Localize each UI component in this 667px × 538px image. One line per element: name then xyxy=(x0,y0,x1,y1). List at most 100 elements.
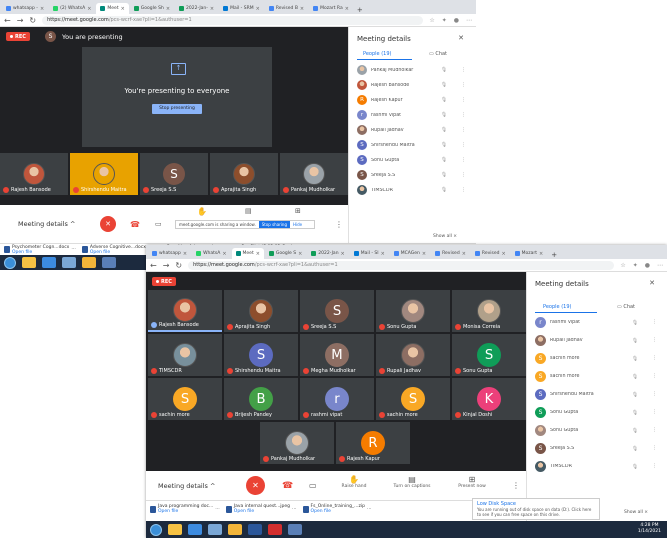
people-list-item[interactable]: Rupali Jadhav 🎙 ⋮ xyxy=(357,125,466,135)
participant-tile[interactable]: r rashmi vipat xyxy=(300,378,374,420)
participant-tile[interactable]: Aprajita Singh xyxy=(210,153,278,195)
more-options-icon[interactable]: ⋮ xyxy=(461,188,466,193)
tab-close-icon[interactable]: × xyxy=(422,251,426,257)
star-icon[interactable]: ☆ xyxy=(429,17,434,24)
chrome-taskbar-icon[interactable] xyxy=(208,524,222,535)
end-call-icon[interactable]: ☎ xyxy=(282,481,293,491)
participant-tile[interactable]: Ssachin more xyxy=(148,378,222,420)
low-disk-notification[interactable]: Low Disk Space You are running out of di… xyxy=(472,498,600,520)
hide-link[interactable]: Hide xyxy=(293,222,302,227)
menu-icon[interactable]: ⋯ xyxy=(657,262,663,269)
open-file-link[interactable]: Open file xyxy=(12,250,69,255)
tab-close-icon[interactable]: × xyxy=(256,6,260,12)
captions-button[interactable]: ▤ Turn on captions xyxy=(390,475,434,489)
more-options-icon[interactable]: ⋮ xyxy=(652,464,657,469)
people-list-item[interactable]: Ssachin more 🎙 ⋮ xyxy=(535,353,657,364)
browser-tab[interactable]: Revised × xyxy=(431,248,470,259)
browser-tab[interactable]: 2022-Jan × xyxy=(307,248,348,259)
people-list-item[interactable]: R Rajesh Kapur 🎙 ⋮ xyxy=(357,95,466,105)
tab-close-icon[interactable]: × xyxy=(183,251,187,257)
participant-tile[interactable]: Aprajita Singh xyxy=(224,290,298,332)
start-button[interactable] xyxy=(150,523,162,536)
participant-tile[interactable]: Monisa Correia xyxy=(452,290,526,332)
mic-off-button[interactable]: ✕ xyxy=(100,216,116,232)
people-list-item[interactable]: Rupali Jadhav 🎙 ⋮ xyxy=(535,335,657,346)
people-list-item[interactable]: S Shirshendu Maitra 🎙 ⋮ xyxy=(357,140,466,150)
ie-taskbar-icon[interactable] xyxy=(188,524,202,535)
participant-tile[interactable]: S Sreeja S.S xyxy=(140,153,208,195)
people-list-item[interactable]: Sonu Gupta 🎙 ⋮ xyxy=(535,425,657,436)
ie-taskbar-icon[interactable] xyxy=(42,257,56,268)
people-list-item[interactable]: Pankaj Mudholkar 🎙 ⋮ xyxy=(357,65,466,75)
extension-icon[interactable]: ✦ xyxy=(633,262,638,269)
browser-tab[interactable]: Revised × xyxy=(471,248,510,259)
tab-close-icon[interactable]: × xyxy=(210,6,214,12)
folder-taskbar-icon[interactable] xyxy=(228,524,242,535)
app-taskbar-icon[interactable] xyxy=(288,524,302,535)
more-options-icon[interactable]: ⋮ xyxy=(652,338,657,343)
people-tab[interactable]: People (19) xyxy=(357,51,412,60)
more-options-icon[interactable]: ⋮ xyxy=(652,356,657,361)
profile-icon[interactable]: ● xyxy=(454,17,459,24)
download-item[interactable]: Fs_Online_training_...zip Open file ⋯ xyxy=(302,504,372,514)
more-options-icon[interactable]: ⋮ xyxy=(652,320,657,325)
participant-tile[interactable]: Pankaj Mudholkar xyxy=(280,153,348,195)
camera-icon[interactable]: ▭ xyxy=(309,481,317,490)
chat-tab[interactable]: ▭ Chat xyxy=(429,51,447,57)
more-options-icon[interactable]: ⋮ xyxy=(461,158,466,163)
participant-tile[interactable]: Sonu Gupta xyxy=(376,290,450,332)
participant-tile[interactable]: S Sonu Gupta xyxy=(452,334,526,376)
tab-close-icon[interactable]: × xyxy=(539,251,543,257)
participant-tile[interactable]: TIMSCDR xyxy=(148,334,222,376)
tab-close-icon[interactable]: × xyxy=(222,251,226,257)
start-button[interactable] xyxy=(4,256,16,269)
participant-tile[interactable]: Rajesh Bansode xyxy=(148,290,222,332)
star-icon[interactable]: ☆ xyxy=(620,262,625,269)
participant-tile[interactable]: S Shirshendu Maitra xyxy=(224,334,298,376)
browser-tab[interactable]: Revised B × xyxy=(265,3,308,14)
people-list-item[interactable]: Ssachin more 🎙 ⋮ xyxy=(535,371,657,382)
more-options-icon[interactable]: ⋮ xyxy=(461,143,466,148)
people-list-item[interactable]: S Sonu Gupta 🎙 ⋮ xyxy=(357,155,466,165)
more-options-icon[interactable]: ⋮ xyxy=(652,410,657,415)
new-tab-icon[interactable]: + xyxy=(548,251,560,259)
camera-icon[interactable]: ▭ xyxy=(155,220,162,228)
chat-tab[interactable]: ▭ Chat xyxy=(617,304,635,310)
tab-close-icon[interactable]: × xyxy=(121,6,125,12)
extension-icon[interactable]: ✦ xyxy=(442,17,447,24)
browser-tab[interactable]: whatsapp × xyxy=(148,248,191,259)
explorer-taskbar-icon[interactable] xyxy=(22,257,36,268)
participant-tile[interactable]: Rajesh Bansode xyxy=(0,153,68,195)
back-icon[interactable]: ← xyxy=(4,16,11,25)
menu-icon[interactable]: ⋯ xyxy=(466,17,472,24)
browser-tab[interactable]: MCAGen × xyxy=(390,248,430,259)
people-list-item[interactable]: r rashmi vipat 🎙 ⋮ xyxy=(357,110,466,120)
forward-icon[interactable]: → xyxy=(17,16,24,25)
participant-tile[interactable]: B Brijesh Pandey xyxy=(224,378,298,420)
browser-tab[interactable]: WhatsA × xyxy=(192,248,230,259)
present-now-button[interactable]: ⊞ Present now xyxy=(455,475,489,489)
browser-tab[interactable]: Meet × xyxy=(96,3,129,14)
tab-close-icon[interactable]: × xyxy=(87,6,91,12)
browser-tab[interactable]: Mozart × xyxy=(511,248,548,259)
chrome-taskbar-icon[interactable] xyxy=(62,257,76,268)
close-icon[interactable]: ✕ xyxy=(649,279,655,287)
back-icon[interactable]: ← xyxy=(150,261,157,270)
tab-close-icon[interactable]: × xyxy=(341,251,345,257)
download-item[interactable]: Java internal quest...jpeg Open file ⋯ xyxy=(225,504,297,514)
browser-tab[interactable]: 2022-Jan- × xyxy=(175,3,218,14)
chevron-up-icon[interactable]: ⋯ xyxy=(367,507,372,512)
stop-sharing-button[interactable]: Stop sharing xyxy=(258,221,290,228)
participant-tile[interactable]: Rupali Jadhav xyxy=(376,334,450,376)
participant-tile[interactable]: Pankaj Mudholkar xyxy=(260,422,334,464)
app-taskbar-icon[interactable] xyxy=(102,257,116,268)
open-file-link[interactable]: Open file xyxy=(158,509,213,514)
meeting-details-button[interactable]: Meeting details ^ xyxy=(18,220,75,228)
browser-tab[interactable]: Mozart Ra × xyxy=(309,3,353,14)
folder-taskbar-icon[interactable] xyxy=(82,257,96,268)
more-options-icon[interactable]: ⋮ xyxy=(461,68,466,73)
browser-tab[interactable]: Mail - SI × xyxy=(350,248,389,259)
tab-close-icon[interactable]: × xyxy=(501,251,505,257)
people-list-item[interactable]: Rajesh Bansode 🎙 ⋮ xyxy=(357,80,466,90)
download-item[interactable]: Psychometer Cogn...docx Open file ⋯ xyxy=(4,245,76,255)
